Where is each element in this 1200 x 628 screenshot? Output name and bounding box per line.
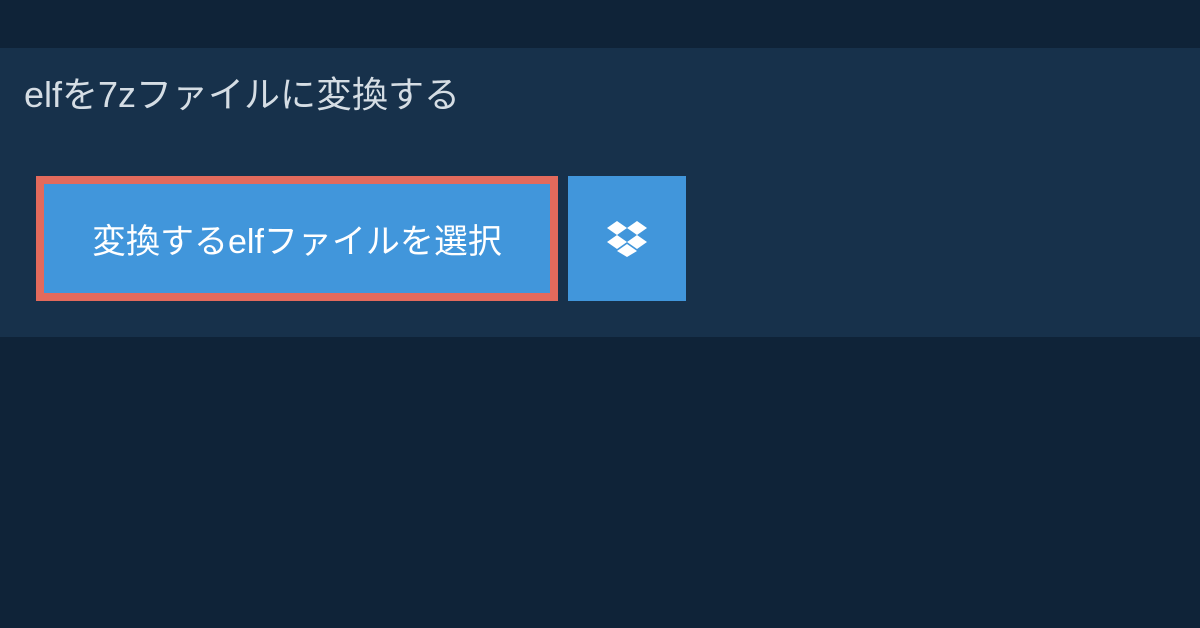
page-title: elfを7zファイルに変換する	[0, 48, 488, 140]
select-file-button[interactable]: 変換するelfファイルを選択	[36, 176, 558, 301]
button-row: 変換するelfファイルを選択	[0, 176, 1200, 301]
converter-panel: elfを7zファイルに変換する 変換するelfファイルを選択	[0, 48, 1200, 337]
dropbox-icon	[607, 221, 647, 257]
dropbox-button[interactable]	[568, 176, 686, 301]
select-file-button-label: 変換するelfファイルを選択	[92, 214, 502, 263]
